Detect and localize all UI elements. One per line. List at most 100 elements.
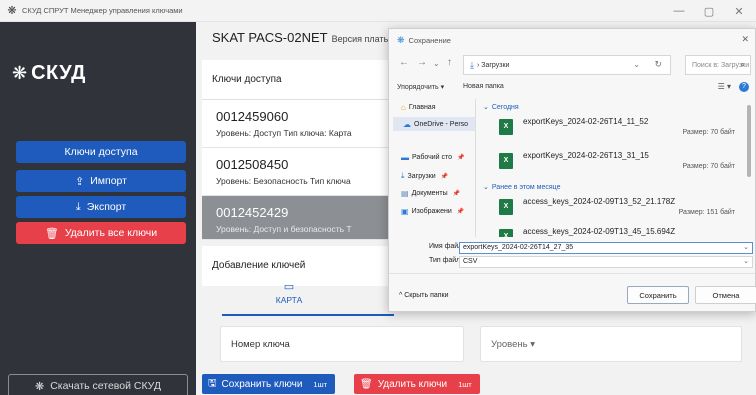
nav-item-images[interactable]: ▣ Изображени 📌 [401, 207, 464, 216]
dialog-footer: ^ Скрыть папки Сохранить Отмена [389, 273, 756, 313]
dialog-navbar: ← → ⌄ ↑ ⤓ › Загрузки ⌄ ↻ Поиск в: Загруз… [389, 53, 755, 77]
device-title: SKAT PACS-02NET Версия платы: [212, 30, 393, 45]
export-label: Экспорт [86, 201, 127, 213]
level-select[interactable]: Уровень ▾ [480, 326, 742, 362]
delete-keys-button[interactable]: 🗑 Удалить ключи 1шт [354, 374, 480, 394]
nav-item-label: Главная [408, 104, 436, 111]
document-icon: ▤ [401, 189, 409, 198]
nav-item-label: Документы [411, 190, 448, 197]
back-arrow-icon[interactable]: ← [399, 57, 409, 68]
dialog-save-label: Сохранить [639, 290, 677, 300]
nav-item-label: Загрузки [407, 172, 436, 180]
file-name-value: exportKeys_2024-02-26T14_27_35 [463, 244, 574, 251]
window-title: СКУД СПРУТ Менеджер управления ключами [22, 6, 183, 15]
navigation-pane: ⌂ Главная ☁ OneDrive - Perso ▬ Рабочий с… [389, 99, 475, 237]
group-header-earlier[interactable]: ⌄ Ранее в этом месяце [483, 183, 561, 192]
device-name: SKAT PACS-02NET [212, 30, 328, 45]
level-select-label: Уровень ▾ [491, 338, 536, 350]
save-keys-button[interactable]: 🖫 Сохранить ключи 1шт [202, 374, 336, 394]
file-size: Размер: 70 байт [682, 163, 735, 170]
cloud-upload-icon: ⇪ [75, 175, 85, 188]
pin-icon: 📌 [457, 155, 465, 161]
nav-item-documents[interactable]: ▤ Документы 📌 [401, 189, 460, 198]
dialog-close-icon[interactable]: ✕ [741, 34, 749, 45]
tab-card[interactable]: ▭ КАРТА [224, 274, 354, 314]
cloud-icon: ☁ [403, 119, 411, 129]
file-item[interactable]: X access_keys_2024-02-09T13_52_21.178Z Р… [499, 193, 739, 221]
help-icon[interactable]: ? [739, 82, 749, 92]
key-number-input[interactable]: Номер ключа [220, 326, 464, 362]
access-keys-button[interactable]: Ключи доступа [16, 141, 186, 163]
key-number: 0012508450 [216, 157, 289, 172]
dialog-titlebar: ❋ Сохранение [389, 29, 755, 51]
hide-folders-toggle[interactable]: ^ Скрыть папки [399, 292, 449, 299]
maximize-button[interactable]: ▢ [694, 0, 724, 22]
add-keys-title: Добавление ключей [212, 260, 306, 271]
excel-file-icon: X [499, 229, 513, 237]
nav-item-home[interactable]: ⌂ Главная [401, 103, 436, 112]
download-box-icon: ⤓ [75, 200, 81, 213]
file-type-select[interactable]: CSV ⌄ [459, 256, 753, 268]
excel-file-icon: X [499, 199, 513, 215]
file-name-input[interactable]: exportKeys_2024-02-26T14_27_35 ⌄ [459, 242, 753, 254]
refresh-icon[interactable]: ↻ [654, 59, 662, 70]
forward-arrow-icon[interactable]: → [417, 57, 427, 68]
access-keys-label: Ключи доступа [64, 146, 138, 158]
dialog-cancel-button[interactable]: Отмена [695, 286, 756, 304]
key-meta: Уровень: Безопасность Тип ключа [216, 176, 351, 186]
view-options-icon[interactable]: ☰ ▾ [718, 82, 731, 91]
organize-menu[interactable]: Упорядочить ▾ [397, 83, 444, 91]
tab-active-indicator [222, 314, 394, 316]
pin-icon: 📌 [456, 209, 465, 215]
dialog-command-bar: Упорядочить ▾ Новая папка ☰ ▾ ? [389, 79, 755, 97]
file-list: ⌄ Сегодня X exportKeys_2024-02-26T14_11_… [477, 99, 747, 237]
nav-item-label: Рабочий сто [412, 154, 453, 161]
file-list-scrollbar[interactable] [747, 105, 751, 177]
nav-item-onedrive[interactable]: ☁ OneDrive - Perso [393, 117, 475, 131]
octopus-logo-icon: ❋ [12, 63, 28, 83]
trash-icon: 🗑 [360, 378, 373, 390]
file-type-value: CSV [463, 258, 478, 265]
board-version-label: Версия платы: [331, 34, 393, 44]
home-icon: ⌂ [401, 103, 406, 112]
pin-icon: 📌 [440, 173, 449, 180]
search-icon: ⌕ [740, 60, 745, 69]
download-icon: ⤓ [401, 171, 405, 180]
new-folder-button[interactable]: Новая папка [463, 83, 504, 90]
download-network-skud-button[interactable]: ❋ Скачать сетевой СКУД [8, 374, 188, 395]
pane-divider [475, 99, 476, 237]
file-item[interactable]: X exportKeys_2024-02-26T14_11_52 Размер:… [499, 113, 739, 141]
key-number: 0012459060 [216, 109, 289, 124]
file-size: Размер: 70 байт [682, 129, 735, 136]
download-arrow-icon: ⤓ [470, 59, 474, 70]
nav-item-downloads[interactable]: ⤓ Загрузки 📌 [401, 171, 448, 181]
dialog-save-button[interactable]: Сохранить [627, 286, 689, 304]
group-today-label: Сегодня [491, 103, 519, 111]
delete-keys-count: 1шт [458, 379, 472, 389]
export-button[interactable]: ⤓ Экспорт [16, 196, 186, 218]
delete-all-keys-button[interactable]: 🗑 Удалить все ключи [16, 222, 186, 244]
file-item[interactable]: X exportKeys_2024-02-26T13_31_15 Размер:… [499, 147, 739, 175]
floppy-icon: 🖫 [208, 377, 217, 389]
minimize-button[interactable]: — [664, 0, 694, 22]
file-name-area: Имя файла: exportKeys_2024-02-26T14_27_3… [389, 239, 755, 269]
chevron-down-icon[interactable]: ⌄ [743, 257, 749, 267]
window-titlebar: ❋ СКУД СПРУТ Менеджер управления ключами… [0, 0, 756, 22]
address-dropdown-icon[interactable]: ⌄ [633, 60, 640, 69]
delete-all-label: Удалить все ключи [64, 227, 158, 239]
import-button[interactable]: ⇪ Импорт [16, 170, 186, 192]
chevron-down-icon: ⌄ [483, 104, 489, 111]
group-earlier-label: Ранее в этом месяце [491, 183, 561, 191]
up-arrow-icon[interactable]: ↑ [447, 57, 452, 68]
file-item[interactable]: X access_keys_2024-02-09T13_45_15.694Z [499, 223, 739, 237]
chevron-down-icon[interactable]: ⌄ [743, 243, 749, 253]
chevron-down-icon[interactable]: ⌄ [433, 59, 440, 68]
search-input[interactable]: Поиск в: Загрузки ⌕ [685, 55, 751, 75]
save-keys-label: Сохранить ключи [221, 378, 303, 390]
logo-text: СКУД [31, 62, 86, 84]
group-header-today[interactable]: ⌄ Сегодня [483, 103, 519, 112]
address-bar[interactable]: ⤓ › Загрузки ⌄ ↻ [463, 55, 671, 75]
close-button[interactable]: ✕ [724, 0, 754, 22]
tab-card-label: КАРТА [275, 295, 303, 305]
nav-item-desktop[interactable]: ▬ Рабочий сто 📌 [401, 153, 465, 162]
